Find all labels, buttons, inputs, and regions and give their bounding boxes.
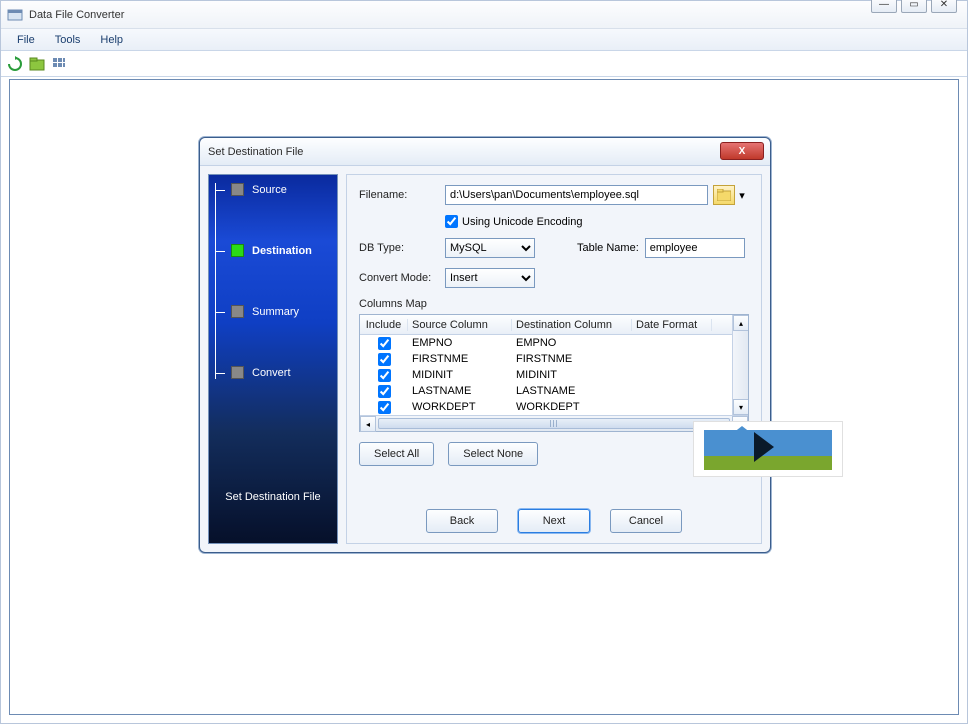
menu-bar: File Tools Help — [1, 29, 967, 51]
filename-dropdown-button[interactable]: ▾ — [735, 185, 749, 205]
main-window: Data File Converter — ▭ ✕ File Tools Hel… — [0, 0, 968, 724]
header-include[interactable]: Include — [360, 319, 408, 331]
decorative-overlay — [693, 421, 843, 477]
refresh-icon[interactable] — [7, 56, 23, 72]
filename-input[interactable] — [445, 185, 708, 205]
table-row[interactable]: WORKDEPT WORKDEPT — [360, 399, 732, 415]
grid-body: EMPNO EMPNO FIRSTNME FIRSTNME — [360, 335, 732, 415]
include-checkbox[interactable] — [378, 337, 391, 350]
app-icon — [7, 7, 23, 23]
unicode-checkbox[interactable] — [445, 215, 458, 228]
maximize-button[interactable]: ▭ — [901, 0, 927, 13]
step-label: Destination — [252, 245, 312, 257]
step-box-icon — [231, 366, 244, 379]
dialog-titlebar: Set Destination File X — [200, 138, 770, 166]
toolbar — [1, 51, 967, 77]
select-none-button[interactable]: Select None — [448, 442, 538, 466]
scroll-down-button[interactable]: ▾ — [733, 399, 748, 415]
columns-grid: Include Source Column Destination Column… — [359, 314, 749, 432]
table-row[interactable]: MIDINIT MIDINIT — [360, 367, 732, 383]
browse-button[interactable] — [713, 185, 735, 205]
step-label: Source — [252, 184, 287, 196]
include-checkbox[interactable] — [378, 385, 391, 398]
filename-label: Filename: — [359, 189, 439, 201]
step-label: Summary — [252, 306, 299, 318]
cell-source: EMPNO — [408, 337, 512, 349]
steps-panel: Source Destination Summary — [208, 174, 338, 544]
select-all-button[interactable]: Select All — [359, 442, 434, 466]
include-checkbox[interactable] — [378, 369, 391, 382]
menu-help[interactable]: Help — [90, 32, 133, 48]
menu-tools[interactable]: Tools — [45, 32, 91, 48]
step-source[interactable]: Source — [231, 183, 312, 196]
window-title: Data File Converter — [29, 9, 961, 21]
cell-source: LASTNAME — [408, 385, 512, 397]
cell-dest: WORKDEPT — [512, 401, 632, 413]
cell-dest: FIRSTNME — [512, 353, 632, 365]
dialog-title: Set Destination File — [208, 146, 303, 158]
next-button[interactable]: Next — [518, 509, 590, 533]
destination-dialog: Set Destination File X Source Destinatio… — [199, 137, 771, 553]
table-row[interactable]: LASTNAME LASTNAME — [360, 383, 732, 399]
step-box-icon — [231, 183, 244, 196]
include-checkbox[interactable] — [378, 353, 391, 366]
cell-source: FIRSTNME — [408, 353, 512, 365]
menu-file[interactable]: File — [7, 32, 45, 48]
step-box-icon — [231, 305, 244, 318]
minimize-button[interactable]: — — [871, 0, 897, 13]
open-icon[interactable] — [29, 56, 45, 72]
cell-source: WORKDEPT — [408, 401, 512, 413]
cell-dest: EMPNO — [512, 337, 632, 349]
convertmode-select[interactable]: Insert — [445, 268, 535, 288]
columnsmap-label: Columns Map — [359, 298, 749, 310]
cell-dest: LASTNAME — [512, 385, 632, 397]
step-convert[interactable]: Convert — [231, 366, 312, 379]
title-bar: Data File Converter — ▭ ✕ — [1, 1, 967, 29]
tablename-label: Table Name: — [577, 242, 639, 254]
cancel-button[interactable]: Cancel — [610, 509, 682, 533]
header-source[interactable]: Source Column — [408, 319, 512, 331]
scroll-left-button[interactable]: ◂ — [360, 416, 376, 432]
step-box-icon — [231, 244, 244, 257]
vertical-scrollbar[interactable]: ▴ ▾ — [732, 315, 748, 415]
scrollbar-thumb[interactable]: ||| — [378, 418, 730, 429]
step-label: Convert — [252, 367, 291, 379]
window-close-button[interactable]: ✕ — [931, 0, 957, 13]
dbtype-select[interactable]: MySQL — [445, 238, 535, 258]
unicode-label: Using Unicode Encoding — [462, 216, 582, 228]
steps-caption: Set Destination File — [209, 491, 337, 503]
table-row[interactable]: EMPNO EMPNO — [360, 335, 732, 351]
folder-icon — [717, 189, 731, 201]
scroll-up-button[interactable]: ▴ — [733, 315, 748, 331]
cell-source: MIDINIT — [408, 369, 512, 381]
grid-header: Include Source Column Destination Column… — [360, 315, 732, 335]
include-checkbox[interactable] — [378, 401, 391, 414]
cell-dest: MIDINIT — [512, 369, 632, 381]
header-date[interactable]: Date Format — [632, 319, 712, 331]
grid-view-icon[interactable] — [51, 56, 67, 72]
header-dest[interactable]: Destination Column — [512, 319, 632, 331]
horizontal-scrollbar[interactable]: ◂ ||| ▸ — [360, 415, 748, 431]
back-button[interactable]: Back — [426, 509, 498, 533]
tablename-input[interactable] — [645, 238, 745, 258]
dialog-close-button[interactable]: X — [720, 142, 764, 160]
step-summary[interactable]: Summary — [231, 305, 312, 318]
dbtype-label: DB Type: — [359, 242, 439, 254]
convertmode-label: Convert Mode: — [359, 272, 439, 284]
step-destination[interactable]: Destination — [231, 244, 312, 257]
table-row[interactable]: FIRSTNME FIRSTNME — [360, 351, 732, 367]
form-panel: Filename: ▾ Using Unicode Encoding DB Ty… — [346, 174, 762, 544]
